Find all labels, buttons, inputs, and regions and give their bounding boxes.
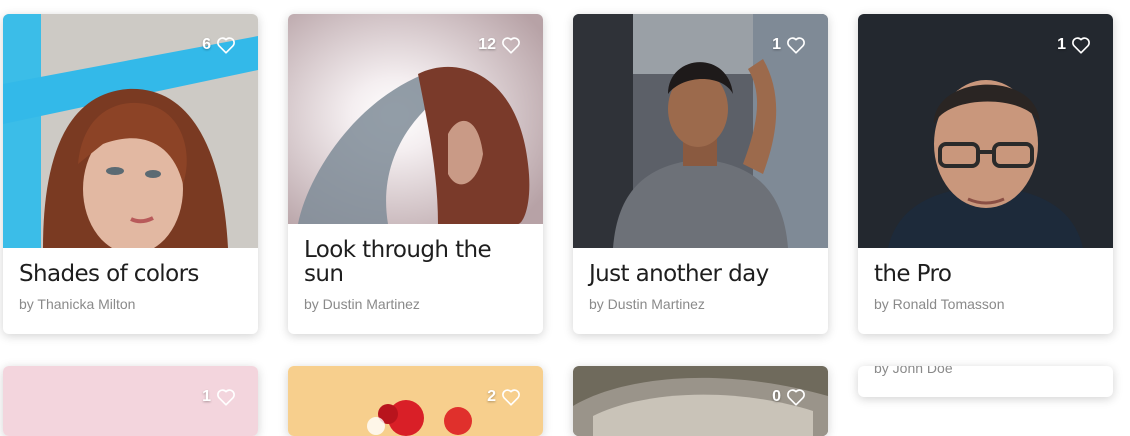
like-count: 2 [487,388,496,405]
like-counter[interactable]: 12 [478,36,521,54]
gallery-card[interactable]: 1 [3,366,258,436]
card-photo[interactable]: 1 [573,14,828,248]
like-count: 12 [478,36,496,53]
heart-icon[interactable] [786,36,806,54]
card-photo[interactable]: 12 [288,14,543,224]
card-photo[interactable]: 0 [573,366,828,436]
heart-icon[interactable] [786,388,806,406]
heart-icon[interactable] [1071,36,1091,54]
like-counter[interactable]: 1 [1057,36,1091,54]
card-title[interactable]: Look through the sun [304,238,527,286]
like-count: 1 [1057,36,1066,53]
like-count: 6 [202,36,211,53]
gallery-card[interactable]: by John Doe [858,366,1113,397]
card-title[interactable]: the Pro [874,262,1097,286]
card-author[interactable]: by Dustin Martinez [589,296,812,312]
card-title[interactable]: Shades of colors [19,262,242,286]
like-count: 0 [772,388,781,405]
gallery-card[interactable]: 1 the Pro by Ronald Tomasson [858,14,1113,334]
card-photo[interactable]: 1 [3,366,258,436]
like-counter[interactable]: 1 [772,36,806,54]
like-counter[interactable]: 1 [202,388,236,406]
card-photo[interactable]: 2 [288,366,543,436]
card-author[interactable]: by Dustin Martinez [304,296,527,312]
like-counter[interactable]: 0 [772,388,806,406]
gallery-card[interactable]: 1 Just another day by Dustin Martinez [573,14,828,334]
card-photo[interactable]: 1 [858,14,1113,248]
gallery-card[interactable]: 12 Look through the sun by Dustin Martin… [288,14,543,334]
like-counter[interactable]: 2 [487,388,521,406]
heart-icon[interactable] [216,388,236,406]
card-title[interactable]: Just another day [589,262,812,286]
gallery-card[interactable]: 6 Shades of colors by Thanicka Milton [3,14,258,334]
card-author[interactable]: by Thanicka Milton [19,296,242,312]
like-count: 1 [772,36,781,53]
heart-icon[interactable] [216,36,236,54]
card-author[interactable]: by Ronald Tomasson [874,296,1097,312]
heart-icon[interactable] [501,388,521,406]
like-count: 1 [202,388,211,405]
like-counter[interactable]: 6 [202,36,236,54]
gallery-card[interactable]: 0 [573,366,828,436]
heart-icon[interactable] [501,36,521,54]
card-author[interactable]: by John Doe [874,366,953,376]
gallery-card[interactable]: 2 [288,366,543,436]
card-photo[interactable]: 6 [3,14,258,248]
